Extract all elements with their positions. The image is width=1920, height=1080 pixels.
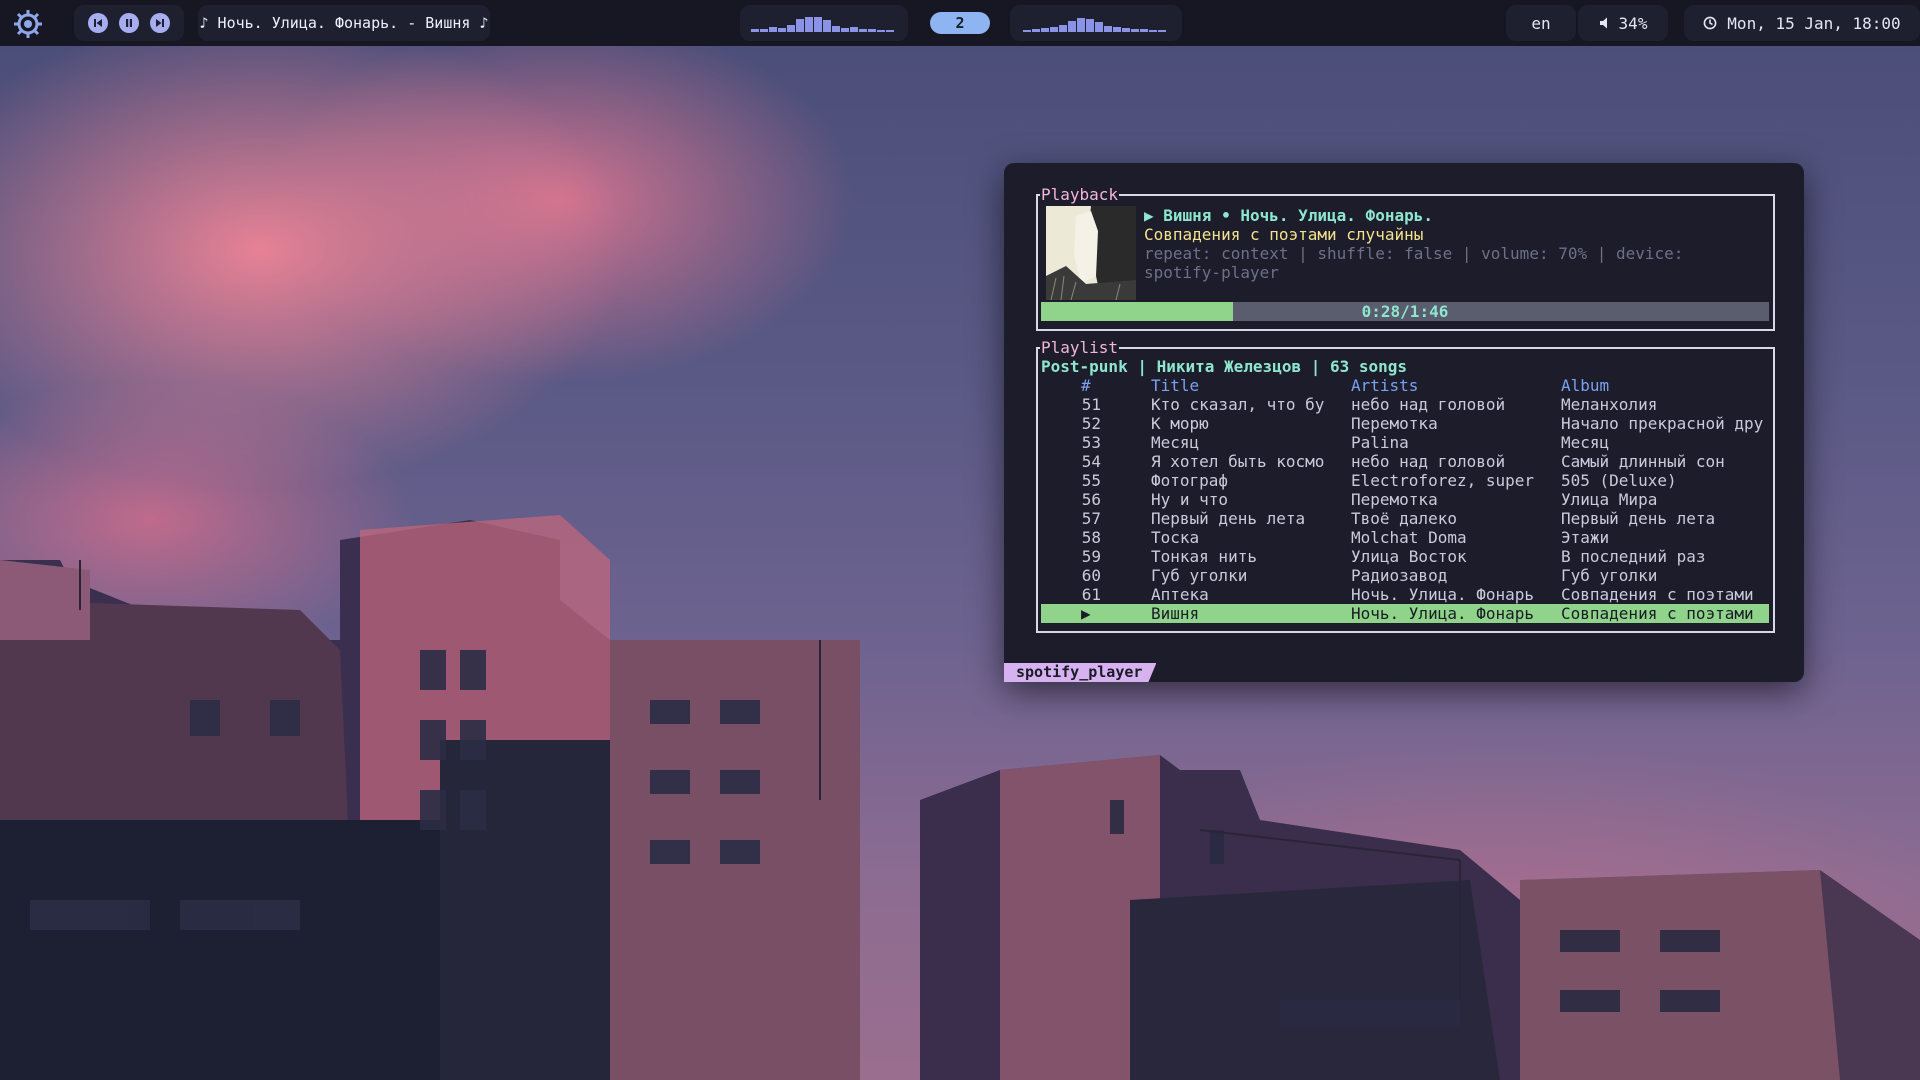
visualizer-bars — [751, 17, 894, 32]
table-row[interactable]: 56 Ну и что Перемотка Улица Мира — [1041, 490, 1769, 509]
track-number: 61 — [1081, 585, 1101, 604]
volume-control[interactable]: 34% — [1578, 5, 1668, 41]
table-row[interactable]: 60 Губ уголки Радиозавод Губ уголки — [1041, 566, 1769, 585]
track-artists-cell: Радиозавод — [1351, 566, 1448, 585]
track-artists-cell: Твоё далеко — [1351, 509, 1457, 528]
track-title-cell: Ну и что — [1151, 490, 1229, 509]
audio-visualizer-right — [1010, 5, 1182, 41]
speaker-icon — [1599, 17, 1607, 29]
gear-icon[interactable] — [12, 8, 44, 40]
album-art — [1046, 206, 1136, 300]
album-name: Совпадения с поэтами случайны — [1144, 225, 1424, 244]
pause-icon[interactable] — [119, 13, 139, 33]
playback-status: repeat: context | shuffle: false | volum… — [1144, 244, 1684, 282]
table-row[interactable]: 57 Первый день лета Твоё далеко Первый день… — [1041, 509, 1769, 528]
playlist-header: Post-punk | Никита Железцов | 63 songs — [1041, 357, 1408, 376]
track-album-cell: Этажи — [1561, 528, 1610, 547]
playback-panel: Playback ▶ Вишня • Ночь. Улица. Фонарь. … — [1036, 185, 1775, 331]
track-title: ▶ Вишня • Ночь. Улица. Фонарь. — [1144, 206, 1433, 225]
track-album-cell: Совпадения с поэтами — [1561, 585, 1754, 604]
audio-visualizer-left — [740, 5, 908, 41]
column-title: Title — [1151, 376, 1200, 395]
volume-level: 34% — [1618, 13, 1648, 33]
track-artists-cell: Ночь. Улица. Фонарь — [1351, 604, 1535, 623]
track-number: 54 — [1081, 452, 1101, 471]
progress-time: 0:28/1:46 — [1361, 302, 1449, 321]
table-row[interactable]: 53 Месяц Palina Месяц — [1041, 433, 1769, 452]
track-title-cell: Месяц — [1151, 433, 1200, 452]
track-artists-cell: Перемотка — [1351, 490, 1438, 509]
track-album-cell: В последний раз — [1561, 547, 1706, 566]
table-row[interactable]: 55 Фотограф Electroforez, super 505 (Deluxe… — [1041, 471, 1769, 490]
playlist-panel: Playlist Post-punk | Никита Железцов | 6… — [1036, 338, 1775, 633]
playlist-columns: # Title Artists Album — [1041, 376, 1769, 395]
top-bar: ♪ Ночь. Улица. Фонарь. - Вишня ♪ 2 en 34… — [0, 0, 1920, 46]
column-number: # — [1081, 376, 1091, 395]
track-number: 59 — [1081, 547, 1101, 566]
track-artists-cell: небо над головой — [1351, 452, 1506, 471]
track-title-cell: Тоска — [1151, 528, 1200, 547]
progress-bar[interactable]: 0:28/1:46 — [1041, 302, 1769, 321]
table-row[interactable]: 58 Тоска Molchat Doma Этажи — [1041, 528, 1769, 547]
track-title-cell: К морю — [1151, 414, 1209, 433]
track-number: 57 — [1081, 509, 1101, 528]
clock-text: Mon, 15 Jan, 18:00 — [1727, 13, 1901, 33]
table-row[interactable]: 51 Кто сказал, что бу небо над головой Мела… — [1041, 395, 1769, 414]
clock-icon — [1703, 16, 1717, 30]
track-artists-cell: Перемотка — [1351, 414, 1438, 433]
track-number: 55 — [1081, 471, 1101, 490]
table-row[interactable]: 52 К морю Перемотка Начало прекрасной дру — [1041, 414, 1769, 433]
track-album-cell: Улица Мира — [1561, 490, 1658, 509]
track-album-cell: Самый длинный сон — [1561, 452, 1725, 471]
track-title-cell: Тонкая нить — [1151, 547, 1257, 566]
track-number: 56 — [1081, 490, 1101, 509]
track-number: 52 — [1081, 414, 1101, 433]
playlist-title: Playlist — [1040, 338, 1120, 357]
track-number: 58 — [1081, 528, 1101, 547]
table-row[interactable]: 54 Я хотел быть космо небо над головой Самы… — [1041, 452, 1769, 471]
column-album: Album — [1561, 376, 1610, 395]
track-number: 60 — [1081, 566, 1101, 585]
track-artists-cell: Улица Восток — [1351, 547, 1467, 566]
track-album-cell: Меланхолия — [1561, 395, 1658, 414]
table-row-playing[interactable]: ▶ Вишня Ночь. Улица. Фонарь Совпадения с по… — [1041, 604, 1769, 623]
track-title-cell: Вишня — [1151, 604, 1200, 623]
skip-next-icon[interactable] — [150, 13, 170, 33]
now-playing-label[interactable]: ♪ Ночь. Улица. Фонарь. - Вишня ♪ — [198, 5, 490, 41]
track-album-cell: Губ уголки — [1561, 566, 1658, 585]
spotify-player-window[interactable]: Playback ▶ Вишня • Ночь. Улица. Фонарь. … — [1004, 163, 1804, 682]
track-album-cell: Начало прекрасной дру — [1561, 414, 1764, 433]
track-title-cell: Фотограф — [1151, 471, 1229, 490]
track-title-cell: Аптека — [1151, 585, 1209, 604]
track-album-cell: Совпадения с поэтами — [1561, 604, 1754, 623]
visualizer-bars — [1023, 18, 1166, 32]
skip-previous-icon[interactable] — [88, 13, 108, 33]
media-controls — [74, 5, 184, 41]
workspace-indicator[interactable]: 2 — [930, 12, 990, 34]
keyboard-layout[interactable]: en — [1506, 5, 1576, 41]
track-album-cell: 505 (Deluxe) — [1561, 471, 1677, 490]
track-album-cell: Месяц — [1561, 433, 1610, 452]
track-number: ▶ — [1081, 604, 1091, 623]
track-album-cell: Первый день лета — [1561, 509, 1716, 528]
track-title-cell: Губ уголки — [1151, 566, 1248, 585]
column-artists: Artists — [1351, 376, 1419, 395]
track-title-cell: Первый день лета — [1151, 509, 1306, 528]
table-row[interactable]: 59 Тонкая нить Улица Восток В последний раз — [1041, 547, 1769, 566]
track-number: 51 — [1081, 395, 1101, 414]
track-artists-cell: небо над головой — [1351, 395, 1506, 414]
track-artists-cell: Molchat Doma — [1351, 528, 1467, 547]
track-number: 53 — [1081, 433, 1101, 452]
track-title-cell: Кто сказал, что бу — [1151, 395, 1325, 414]
track-artists-cell: Ночь. Улица. Фонарь — [1351, 585, 1535, 604]
track-artists-cell: Palina — [1351, 433, 1409, 452]
window-tag: spotify_player — [1004, 663, 1156, 682]
table-row[interactable]: 61 Аптека Ночь. Улица. Фонарь Совпадения с … — [1041, 585, 1769, 604]
playback-title: Playback — [1040, 185, 1120, 204]
track-artists-cell: Electroforez, super — [1351, 471, 1535, 490]
track-title-cell: Я хотел быть космо — [1151, 452, 1325, 471]
clock[interactable]: Mon, 15 Jan, 18:00 — [1684, 5, 1920, 41]
